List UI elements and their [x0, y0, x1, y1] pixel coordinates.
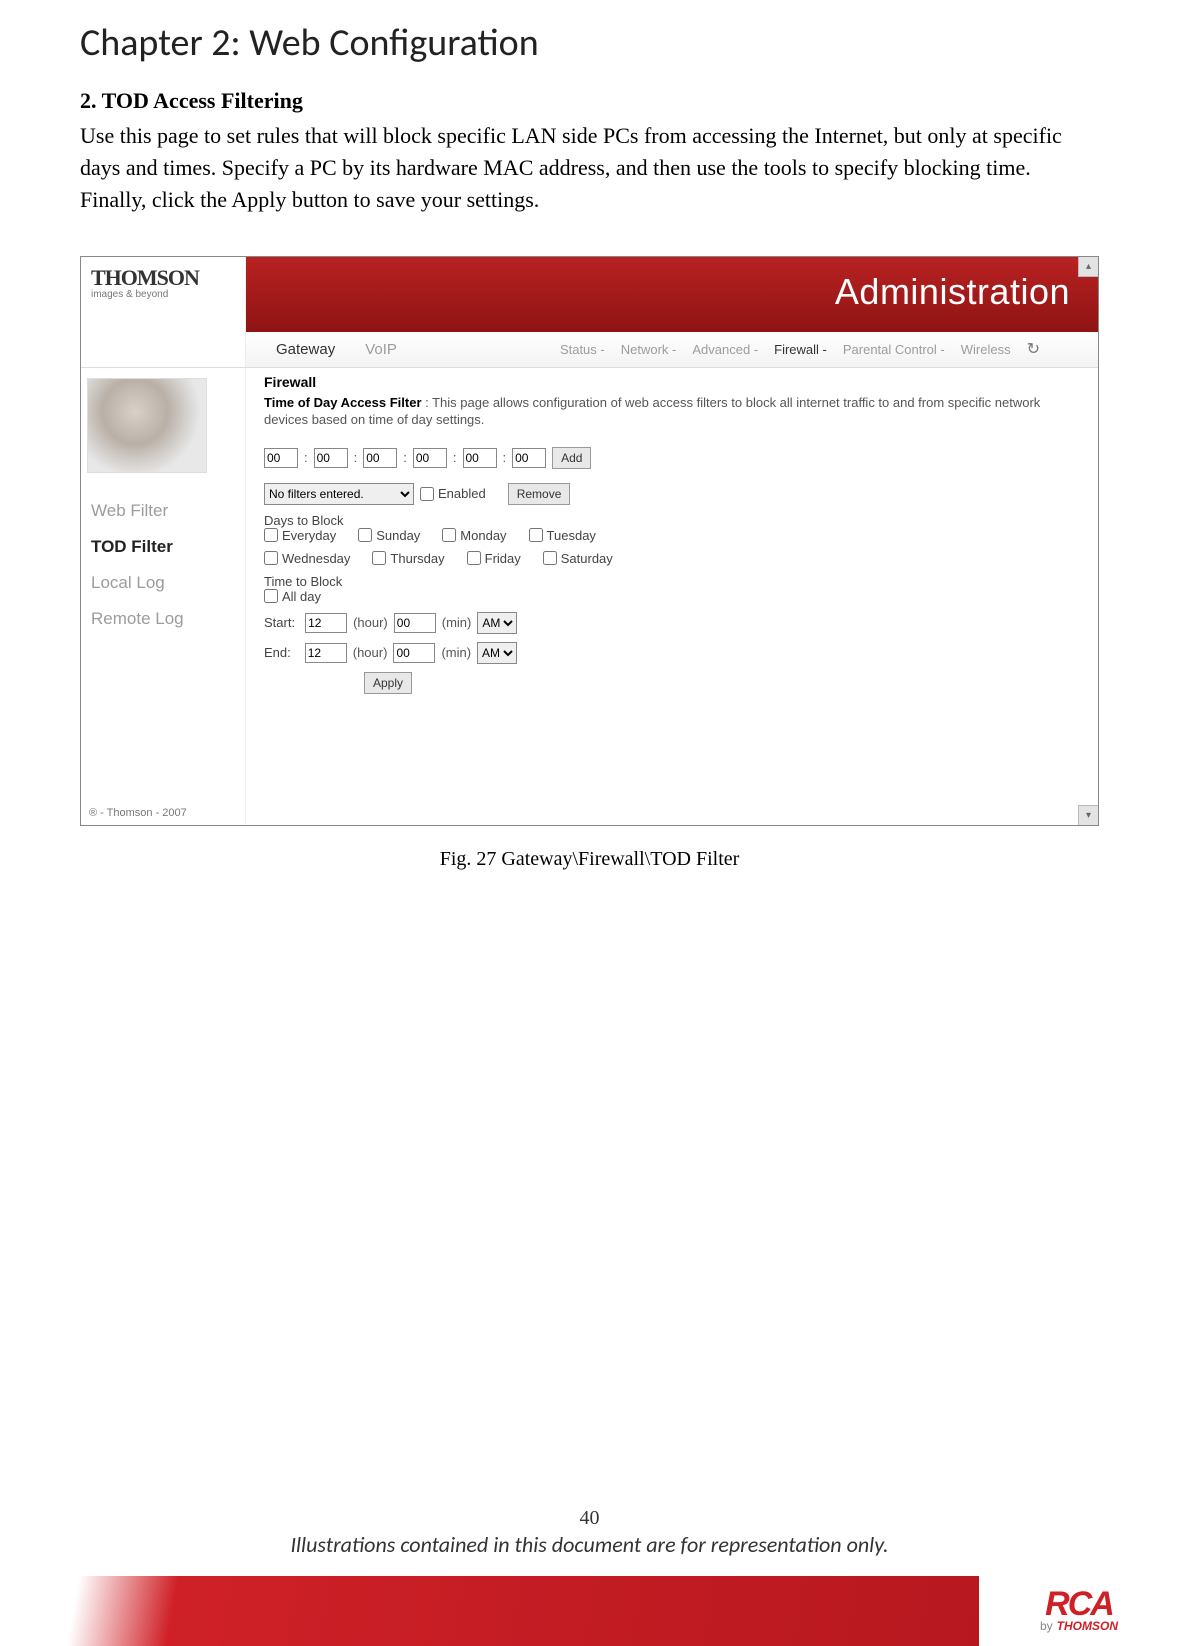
mac-field-5[interactable]: [463, 448, 497, 468]
mac-field-1[interactable]: [264, 448, 298, 468]
start-hour-input[interactable]: [305, 613, 347, 633]
day-monday[interactable]: Monday: [442, 528, 506, 543]
days-row-2: Wednesday Thursday Friday Saturday: [264, 551, 1080, 566]
refresh-icon[interactable]: ↻: [1027, 339, 1040, 359]
filter-row: No filters entered. Enabled Remove: [264, 483, 1080, 505]
mac-field-3[interactable]: [363, 448, 397, 468]
sidebar-item-local-log[interactable]: Local Log: [81, 565, 245, 601]
day-thursday[interactable]: Thursday: [372, 551, 444, 566]
section-title: 2. TOD Access Filtering: [80, 88, 1099, 114]
hour-unit: (hour): [353, 615, 388, 630]
brand-logo-text: THOMSON: [91, 265, 235, 291]
subtab-status[interactable]: Status -: [560, 342, 605, 357]
hour-unit-2: (hour): [353, 645, 388, 660]
day-saturday[interactable]: Saturday: [543, 551, 613, 566]
mac-field-2[interactable]: [314, 448, 348, 468]
remove-button[interactable]: Remove: [508, 483, 571, 505]
end-min-input[interactable]: [393, 643, 435, 663]
start-ampm-select[interactable]: AM: [477, 612, 517, 634]
mac-address-row: : : : : : Add: [264, 447, 1080, 469]
scrollbar-down-icon[interactable]: ▾: [1078, 805, 1098, 825]
start-label: Start:: [264, 615, 295, 630]
add-button[interactable]: Add: [552, 447, 591, 469]
sidebar-footer: ® - Thomson - 2007: [89, 807, 187, 819]
screenshot-header: THOMSON images & beyond Administration: [81, 257, 1098, 332]
subtab-wireless[interactable]: Wireless: [961, 342, 1011, 357]
apply-button[interactable]: Apply: [364, 672, 412, 694]
subtab-firewall[interactable]: Firewall -: [774, 342, 827, 357]
min-unit: (min): [442, 615, 472, 630]
page-number: 40: [0, 1506, 1179, 1530]
subtab-network[interactable]: Network -: [621, 342, 677, 357]
sidebar-item-web-filter[interactable]: Web Filter: [81, 493, 245, 529]
enabled-label: Enabled: [438, 486, 486, 501]
section-body: Use this page to set rules that will blo…: [80, 120, 1099, 216]
time-to-block-label: Time to Block: [264, 574, 1076, 589]
subtab-parental[interactable]: Parental Control -: [843, 342, 945, 357]
sidebar: Web Filter TOD Filter Local Log Remote L…: [81, 368, 246, 825]
figure-caption: Fig. 27 Gateway\Firewall\TOD Filter: [80, 848, 1099, 871]
enabled-checkbox[interactable]: Enabled: [420, 486, 486, 501]
page-footer: 40 Illustrations contained in this docum…: [0, 1506, 1179, 1646]
scrollbar-up-icon[interactable]: ▴: [1078, 257, 1098, 277]
rca-logo-text: RCA: [1045, 1589, 1113, 1620]
all-day-checkbox[interactable]: All day: [264, 589, 321, 604]
days-row-1: Everyday Sunday Monday Tuesday: [264, 528, 1080, 543]
start-min-input[interactable]: [394, 613, 436, 633]
days-to-block-label: Days to Block: [264, 513, 1076, 528]
day-wednesday[interactable]: Wednesday: [264, 551, 350, 566]
mac-field-4[interactable]: [413, 448, 447, 468]
brand-tagline: images & beyond: [91, 289, 235, 300]
header-title: Administration: [246, 257, 1098, 332]
panel-title: Firewall: [264, 374, 1080, 390]
sidebar-item-remote-log[interactable]: Remote Log: [81, 601, 245, 637]
sidebar-item-tod-filter[interactable]: TOD Filter: [81, 529, 245, 565]
tab-gateway[interactable]: Gateway: [276, 341, 335, 358]
end-time-row: End: (hour) (min) AM: [264, 642, 1080, 664]
footer-logo: RCA by THOMSON: [979, 1576, 1179, 1646]
end-label: End:: [264, 645, 291, 660]
subtab-advanced[interactable]: Advanced -: [692, 342, 758, 357]
day-tuesday[interactable]: Tuesday: [529, 528, 596, 543]
end-ampm-select[interactable]: AM: [477, 642, 517, 664]
min-unit-2: (min): [441, 645, 471, 660]
day-everyday[interactable]: Everyday: [264, 528, 336, 543]
brand-logo: THOMSON images & beyond: [81, 257, 246, 332]
screenshot-panel: ▴ ▾ THOMSON images & beyond Administrati…: [80, 256, 1099, 826]
chapter-title: Chapter 2: Web Configuration: [80, 20, 1099, 66]
footer-red-band: [0, 1576, 979, 1646]
content-panel: Firewall Time of Day Access Filter : Thi…: [246, 368, 1098, 825]
mac-field-6[interactable]: [512, 448, 546, 468]
by-text: by: [1040, 1619, 1053, 1633]
day-friday[interactable]: Friday: [467, 551, 521, 566]
end-hour-input[interactable]: [305, 643, 347, 663]
tab-voip[interactable]: VoIP: [365, 341, 397, 358]
sidebar-image: [87, 378, 207, 473]
thomson-text: THOMSON: [1057, 1619, 1118, 1633]
tabs-row: Gateway VoIP Status - Network - Advanced…: [81, 332, 1098, 368]
day-sunday[interactable]: Sunday: [358, 528, 420, 543]
filter-select[interactable]: No filters entered.: [264, 483, 414, 505]
footer-note: Illustrations contained in this document…: [290, 1531, 888, 1558]
panel-description: Time of Day Access Filter : This page al…: [264, 394, 1080, 429]
enabled-checkbox-input[interactable]: [420, 487, 434, 501]
start-time-row: Start: (hour) (min) AM: [264, 612, 1080, 634]
panel-desc-label: Time of Day Access Filter: [264, 395, 422, 410]
